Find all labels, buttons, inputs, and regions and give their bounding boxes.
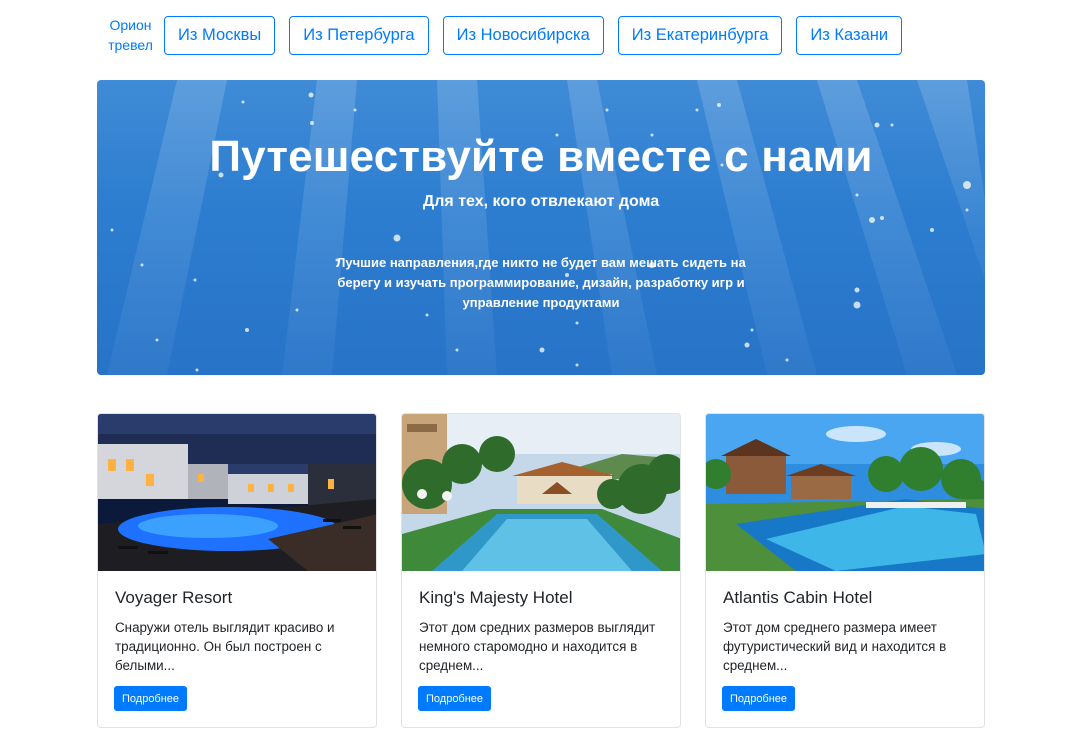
- city-button-kazan[interactable]: Из Казани: [796, 15, 903, 55]
- hotel-photo: [402, 414, 680, 571]
- hotel-title: Voyager Resort: [115, 588, 233, 607]
- brand-logo[interactable]: Орион тревел: [97, 15, 164, 55]
- details-button[interactable]: Подробнее: [418, 686, 492, 711]
- details-button[interactable]: Подробнее: [722, 686, 796, 711]
- hotel-card: Atlantis Cabin Hotel Этот дом среднего р…: [705, 413, 985, 728]
- hotel-photo: [706, 414, 984, 571]
- hero-description: Лучшие направления,где никто не будет ва…: [336, 255, 746, 310]
- city-button-novosibirsk[interactable]: Из Новосибирска: [442, 15, 604, 55]
- hotel-card: King's Majesty Hotel Этот дом средних ра…: [401, 413, 681, 728]
- hotel-title: King's Majesty Hotel: [419, 588, 573, 607]
- details-button[interactable]: Подробнее: [114, 686, 188, 711]
- hotel-description: Снаружи отель выглядит красиво и традици…: [115, 620, 335, 673]
- hotel-description: Этот дом средних размеров выглядит немно…: [419, 620, 656, 673]
- hero-banner: Путешествуйте вместе с нами Для тех, ког…: [97, 80, 985, 375]
- hero-subtitle: Для тех, кого отвлекают дома: [422, 193, 660, 210]
- hotel-card: Voyager Resort Снаружи отель выглядит кр…: [97, 413, 377, 728]
- hotel-photo: [98, 414, 376, 571]
- city-button-moscow[interactable]: Из Москвы: [164, 15, 276, 55]
- top-navbar: Орион тревел Из Москвы Из Петербурга Из …: [97, 15, 987, 55]
- hotel-description: Этот дом среднего размера имеет футурист…: [723, 620, 947, 673]
- hero-background: [107, 80, 985, 375]
- hero-title: Путешествуйте вместе с нами: [209, 132, 873, 181]
- city-button-ekaterinburg[interactable]: Из Екатеринбурга: [617, 15, 783, 55]
- hotel-title: Atlantis Cabin Hotel: [723, 588, 873, 607]
- city-button-petersburg[interactable]: Из Петербурга: [289, 15, 429, 55]
